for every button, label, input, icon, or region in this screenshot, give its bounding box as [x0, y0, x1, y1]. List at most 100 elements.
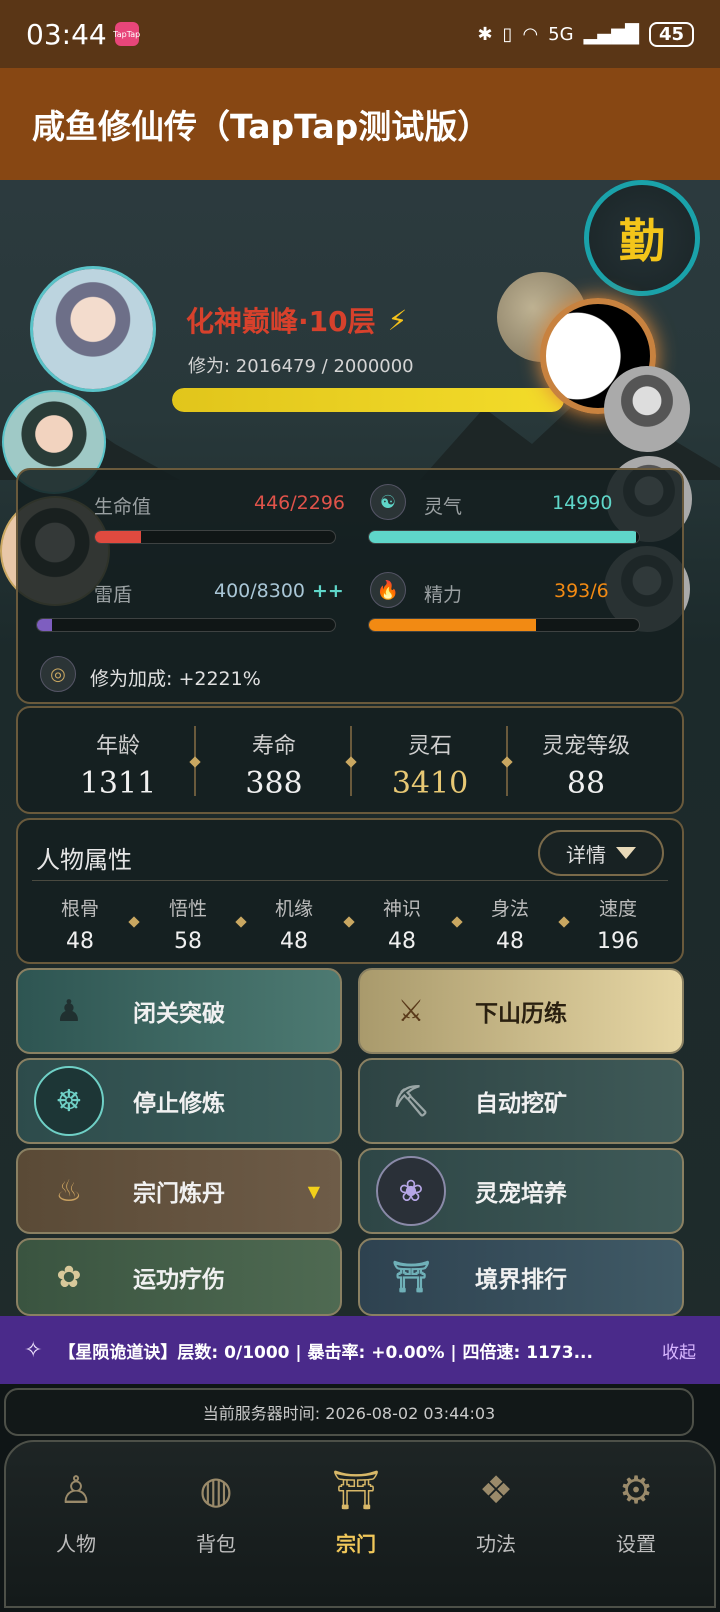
sparkle-icon: ✧ [24, 1337, 43, 1363]
shield-value: 400/8300 [214, 580, 306, 602]
nav-bag[interactable]: ◍ 背包 [146, 1442, 286, 1602]
attr-agility: 身法 48 [470, 894, 550, 954]
realm-ranking-button[interactable]: ⛩ 境界排行 [358, 1238, 684, 1316]
lightning-icon: ⚡ [387, 303, 408, 337]
energy-bar-fill [369, 619, 537, 631]
hp-bar-fill [95, 531, 141, 543]
temple-icon: ⛩ [331, 1467, 381, 1512]
seclusion-breakthrough-button[interactable]: ♟ 闭关突破 [16, 968, 342, 1054]
diligence-badge-text: 勤 [619, 214, 665, 268]
nav-character[interactable]: ♙ 人物 [6, 1442, 146, 1602]
spirit-bar-fill [369, 531, 637, 543]
spirit-label: 灵气 [424, 496, 463, 518]
network-label: 5G [548, 23, 574, 45]
button-label: 境界排行 [475, 1267, 567, 1293]
attributes-title: 人物属性 [36, 846, 132, 874]
energy-label: 精力 [424, 584, 463, 606]
button-label: 下山历练 [475, 1001, 567, 1027]
bag-icon: ◍ [199, 1468, 233, 1512]
cultivation-label: 修为: 2016479 / 2000000 [188, 356, 414, 377]
nav-sect[interactable]: ⛩ 宗门 [286, 1442, 426, 1602]
spirit-bar [368, 530, 640, 544]
attr-fortune: 机缘 48 [254, 894, 334, 954]
info-pet-level-label: 灵宠等级 [541, 734, 630, 759]
person-icon: ♙ [58, 1468, 94, 1512]
button-label: 灵宠培养 [475, 1181, 567, 1207]
server-time-bar: 当前服务器时间: 2026-08-02 03:44:03 [4, 1388, 694, 1436]
status-bar: 03:44 TapTap ✱ ▯ ◠ 5G ▂▄▆█ 45 [0, 0, 720, 68]
attr-value: 48 [280, 929, 308, 954]
descend-mountain-button[interactable]: ⚔ 下山历练 [358, 968, 684, 1054]
scroll-icon: ❖ [478, 1468, 514, 1512]
button-label: 宗门炼丹 [133, 1181, 225, 1207]
bonus-text: 修为加成: +2221% [90, 668, 261, 690]
cultivation-progress-fill [172, 388, 564, 412]
hp-label: 生命值 [94, 496, 152, 518]
sect-alchemy-button[interactable]: ♨ 宗门炼丹 ▼ [16, 1148, 342, 1234]
pet-training-button[interactable]: ❀ 灵宠培养 [358, 1148, 684, 1234]
attr-label: 神识 [382, 898, 421, 920]
energy-value: 393/6 [554, 580, 609, 602]
attr-comprehension: 悟性 58 [148, 894, 228, 954]
attr-value: 48 [496, 929, 524, 954]
hp-value: 446/2296 [254, 492, 346, 514]
detail-button[interactable]: 详情 [538, 830, 664, 876]
realm-title: 化神巅峰·10层 ⚡ [186, 300, 407, 340]
cultivation-progress-bar [172, 388, 564, 412]
attributes-divider [32, 880, 668, 881]
heal-button[interactable]: ✿ 运功疗伤 [16, 1238, 342, 1316]
shield-extra[interactable]: ++ [312, 580, 344, 602]
chevron-down-icon [616, 847, 636, 859]
shield-bar-fill [37, 619, 52, 631]
stats-panel: 生命值 446/2296 ☯ 灵气 14990 雷盾 400/8300 ++ 🔥… [16, 468, 684, 704]
attr-divine-sense: 神识 48 [362, 894, 442, 954]
shield-label: 雷盾 [94, 584, 133, 606]
attr-speed: 速度 196 [578, 894, 658, 954]
buff-marquee: ✧ 【星陨诡道诀】层数: 0/1000 | 暴击率: +0.00% | 四倍速:… [0, 1316, 720, 1384]
nav-settings[interactable]: ⚙ 设置 [566, 1442, 706, 1602]
attr-label: 悟性 [168, 898, 207, 920]
taptap-badge-icon: TapTap [113, 22, 140, 46]
player-avatar[interactable] [30, 266, 156, 392]
status-time: 03:44 [26, 17, 107, 51]
attr-value: 58 [174, 929, 202, 954]
companion-avatar-3[interactable] [604, 366, 690, 452]
battery-icon: 45 [648, 21, 694, 47]
attr-label: 机缘 [274, 898, 313, 920]
attr-label: 身法 [490, 898, 529, 920]
nav-label: 宗门 [336, 1532, 376, 1556]
vibrate-icon: ▯ [502, 23, 513, 45]
nav-label: 人物 [56, 1532, 96, 1556]
flame-icon: 🔥 [370, 572, 406, 608]
button-label: 停止修炼 [133, 1091, 225, 1117]
nav-techniques[interactable]: ❖ 功法 [426, 1442, 566, 1602]
diligence-badge[interactable]: 勤 [584, 180, 700, 296]
app-title-bar: 咸鱼修仙传（TapTap测试版） [0, 68, 720, 180]
marquee-text: 【星陨诡道诀】层数: 0/1000 | 暴击率: +0.00% | 四倍速: 1… [58, 1342, 593, 1363]
attr-root-bone: 根骨 48 [40, 894, 120, 954]
attr-value: 48 [66, 929, 94, 954]
dropdown-triangle-icon: ▼ [307, 1181, 320, 1201]
gear-icon: ⚙ [618, 1468, 654, 1512]
bluetooth-icon: ✱ [477, 23, 493, 45]
info-pet-level-value: 88 [566, 766, 606, 801]
auto-mining-button[interactable]: ⛏ 自动挖矿 [358, 1058, 684, 1144]
app-root: 03:44 TapTap ✱ ▯ ◠ 5G ▂▄▆█ 45 咸鱼修仙传（TapT… [0, 0, 720, 1612]
app-title: 咸鱼修仙传（TapTap测试版） [32, 107, 491, 146]
detail-button-label: 详情 [566, 842, 606, 867]
nav-label: 设置 [616, 1532, 656, 1556]
info-panel: 年龄 1311 寿命 388 灵石 3410 灵宠等级 88 [16, 706, 684, 814]
collapse-button[interactable]: 收起 [662, 1338, 696, 1363]
info-pet-level: 灵宠等级 88 [486, 728, 686, 801]
spirit-icon: ☯ [370, 484, 406, 520]
bottom-nav: ♙ 人物 ◍ 背包 ⛩ 宗门 ❖ 功法 ⚙ 设置 [4, 1440, 716, 1608]
attr-label: 根骨 [60, 898, 99, 920]
stop-cultivation-button[interactable]: ☸ 停止修炼 [16, 1058, 342, 1144]
attr-label: 速度 [598, 898, 637, 920]
button-label: 运功疗伤 [133, 1267, 225, 1293]
spiral-icon: ◎ [40, 656, 76, 692]
hp-bar [94, 530, 336, 544]
spirit-value: 14990 [552, 492, 613, 514]
button-label: 自动挖矿 [475, 1091, 567, 1117]
signal-icon: ▂▄▆█ [583, 23, 639, 45]
